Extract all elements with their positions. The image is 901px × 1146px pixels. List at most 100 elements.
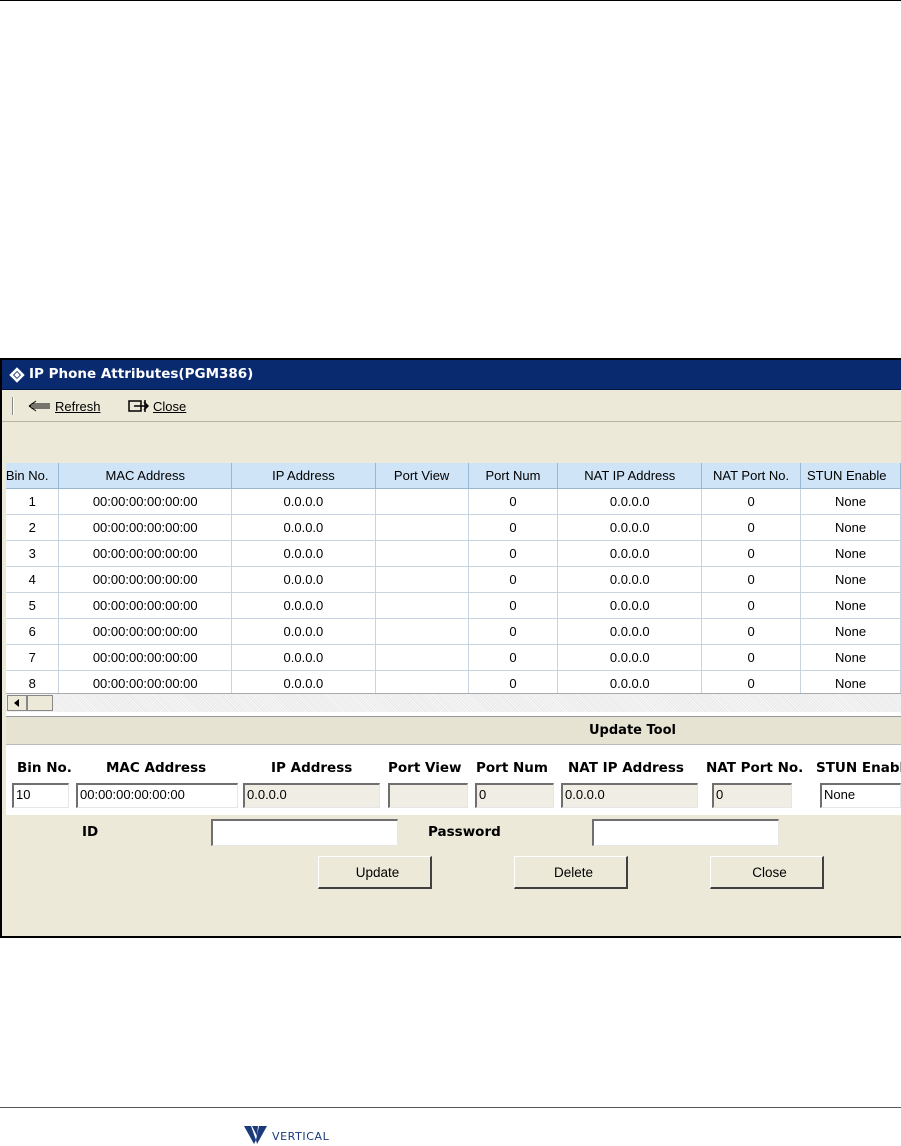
cell-nat-ip-address: 0.0.0.0 (557, 592, 703, 619)
label-password: Password (428, 824, 501, 840)
cell-ip-address: 0.0.0.0 (231, 566, 376, 593)
cell-nat-ip-address: 0.0.0.0 (557, 618, 703, 645)
column-header-nat-ip-address[interactable]: NAT IP Address (557, 463, 703, 489)
cell-stun-enable: None (800, 644, 901, 671)
table-row[interactable]: 4 00:00:00:00:00:00 0.0.0.0 0 0.0.0.0 0 … (6, 566, 901, 593)
cell-port-view (375, 644, 469, 671)
cell-ip-address: 0.0.0.0 (231, 514, 376, 541)
vertical-logo-text: VERTICAL (272, 1129, 330, 1143)
toolbar: Refresh Close (2, 390, 901, 422)
toolbar-grip (12, 397, 14, 415)
label-port-num: Port Num (476, 760, 548, 776)
cell-stun-enable: None (800, 566, 901, 593)
ip-address-field[interactable]: 0.0.0.0 (243, 783, 380, 808)
mac-address-field[interactable]: 00:00:00:00:00:00 (76, 783, 238, 808)
close-button[interactable]: Close (710, 856, 824, 889)
scrollbar-thumb[interactable] (27, 695, 53, 711)
cell-nat-ip-address: 0.0.0.0 (557, 566, 703, 593)
cell-mac-address: 00:00:00:00:00:00 (58, 514, 233, 541)
table-row[interactable]: 2 00:00:00:00:00:00 0.0.0.0 0 0.0.0.0 0 … (6, 514, 901, 541)
cell-stun-enable: None (800, 618, 901, 645)
cell-mac-address: 00:00:00:00:00:00 (58, 540, 233, 567)
cell-ip-address: 0.0.0.0 (231, 540, 376, 567)
ip-phone-table: Bin No. MAC Address IP Address Port View… (6, 463, 901, 697)
update-button[interactable]: Update (318, 856, 432, 889)
cell-port-view (375, 592, 469, 619)
cell-port-num: 0 (468, 618, 559, 645)
cell-nat-port-no: 0 (701, 488, 802, 515)
label-id: ID (82, 824, 99, 840)
close-toolbar-button[interactable]: Close (128, 396, 186, 416)
label-mac-address: MAC Address (106, 760, 207, 776)
nat-ip-address-field[interactable]: 0.0.0.0 (561, 783, 698, 808)
table-row[interactable]: 5 00:00:00:00:00:00 0.0.0.0 0 0.0.0.0 0 … (6, 592, 901, 619)
cell-port-view (375, 566, 469, 593)
cell-nat-port-no: 0 (701, 592, 802, 619)
cell-nat-port-no: 0 (701, 566, 802, 593)
refresh-label: Refresh (55, 398, 101, 414)
column-header-bin-no[interactable]: Bin No. (6, 463, 60, 489)
delete-button[interactable]: Delete (514, 856, 628, 889)
table-header-row: Bin No. MAC Address IP Address Port View… (6, 463, 901, 489)
table-row[interactable]: 7 00:00:00:00:00:00 0.0.0.0 0 0.0.0.0 0 … (6, 644, 901, 671)
ip-phone-attributes-window: IP Phone Attributes(PGM386) Refresh Clos… (0, 358, 901, 938)
cell-mac-address: 00:00:00:00:00:00 (58, 618, 233, 645)
cell-port-view (375, 540, 469, 567)
cell-mac-address: 00:00:00:00:00:00 (58, 566, 233, 593)
cell-bin-no: 7 (6, 644, 60, 671)
cell-nat-port-no: 0 (701, 644, 802, 671)
column-header-mac-address[interactable]: MAC Address (58, 463, 233, 489)
cell-port-num: 0 (468, 644, 559, 671)
cell-nat-ip-address: 0.0.0.0 (557, 644, 703, 671)
cell-nat-ip-address: 0.0.0.0 (557, 514, 703, 541)
column-header-ip-address[interactable]: IP Address (231, 463, 376, 489)
cell-port-view (375, 618, 469, 645)
stun-enable-select[interactable]: None (820, 783, 901, 808)
cell-mac-address: 00:00:00:00:00:00 (58, 592, 233, 619)
update-tool-header: Update Tool (6, 716, 901, 745)
cell-ip-address: 0.0.0.0 (231, 488, 376, 515)
cell-ip-address: 0.0.0.0 (231, 618, 376, 645)
cell-port-num: 0 (468, 566, 559, 593)
cell-nat-port-no: 0 (701, 618, 802, 645)
diamond-app-icon (9, 367, 25, 383)
table-row[interactable]: 1 00:00:00:00:00:00 0.0.0.0 0 0.0.0.0 0 … (6, 488, 901, 515)
label-bin-no: Bin No. (17, 760, 72, 776)
cell-bin-no: 6 (6, 618, 60, 645)
port-num-field[interactable]: 0 (475, 783, 554, 808)
exit-icon (128, 400, 150, 412)
label-nat-port-no: NAT Port No. (706, 760, 804, 776)
vertical-logo: VERTICAL (244, 1126, 329, 1144)
cell-nat-port-no: 0 (701, 540, 802, 567)
cell-ip-address: 0.0.0.0 (231, 644, 376, 671)
cell-nat-ip-address: 0.0.0.0 (557, 488, 703, 515)
id-field[interactable] (211, 819, 398, 846)
label-nat-ip-address: NAT IP Address (568, 760, 684, 776)
label-port-view: Port View (388, 760, 462, 776)
column-header-nat-port-no[interactable]: NAT Port No. (701, 463, 802, 489)
column-header-port-num[interactable]: Port Num (468, 463, 559, 489)
cell-port-view (375, 488, 469, 515)
window-title: IP Phone Attributes(PGM386) (29, 366, 254, 382)
nat-port-no-field[interactable]: 0 (712, 783, 792, 808)
horizontal-scrollbar[interactable] (6, 693, 901, 712)
column-header-stun-enable[interactable]: STUN Enable (800, 463, 901, 489)
back-arrow-icon (28, 400, 50, 412)
cell-bin-no: 4 (6, 566, 60, 593)
bin-no-field[interactable]: 10 (12, 783, 69, 808)
cell-nat-ip-address: 0.0.0.0 (557, 540, 703, 567)
update-tool-title: Update Tool (589, 723, 676, 738)
table-row[interactable]: 3 00:00:00:00:00:00 0.0.0.0 0 0.0.0.0 0 … (6, 540, 901, 567)
window-titlebar[interactable]: IP Phone Attributes(PGM386) (2, 360, 901, 390)
column-header-port-view[interactable]: Port View (375, 463, 469, 489)
table-row[interactable]: 6 00:00:00:00:00:00 0.0.0.0 0 0.0.0.0 0 … (6, 618, 901, 645)
triangle-left-icon (14, 699, 19, 707)
cell-nat-port-no: 0 (701, 514, 802, 541)
port-view-field[interactable] (388, 783, 468, 808)
scroll-left-button[interactable] (7, 695, 27, 711)
page-top-rule (0, 0, 901, 1)
cell-port-num: 0 (468, 592, 559, 619)
cell-stun-enable: None (800, 514, 901, 541)
password-field[interactable] (592, 819, 779, 846)
refresh-button[interactable]: Refresh (28, 396, 101, 416)
